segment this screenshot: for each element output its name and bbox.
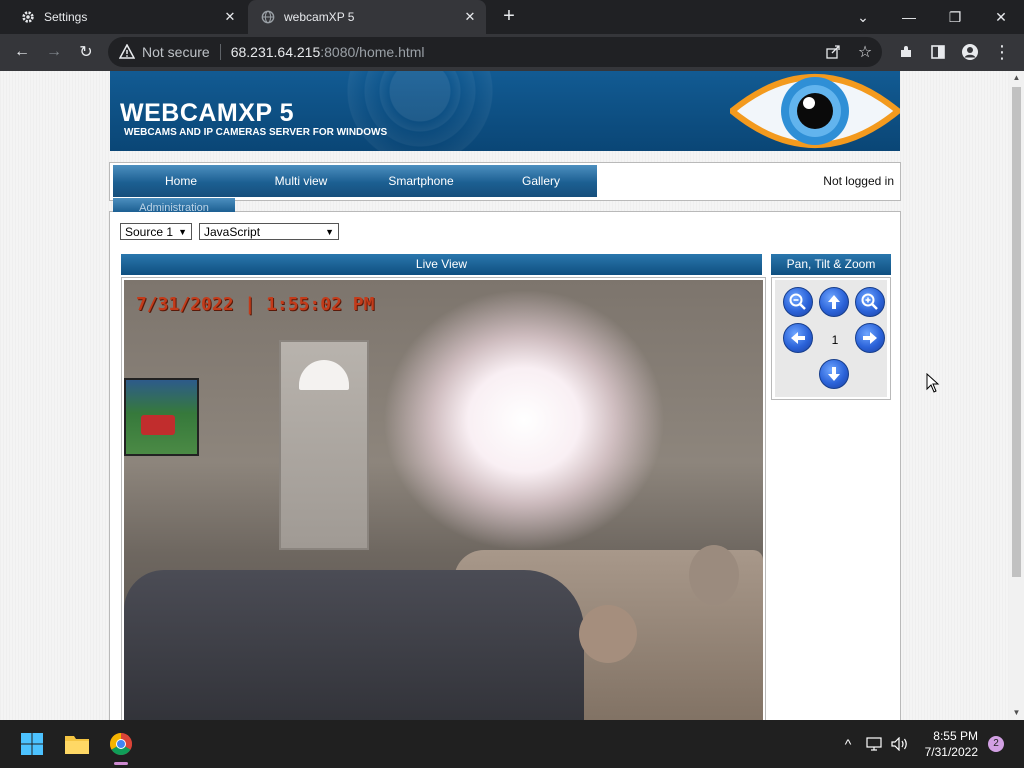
mouse-cursor-icon — [926, 373, 940, 393]
source-select-value: Source 1 — [125, 224, 174, 239]
camera-feed[interactable]: 7/31/2022 | 1:55:02 PM — [124, 280, 763, 720]
zoom-out-button[interactable] — [783, 287, 813, 317]
arrow-down-icon — [828, 367, 840, 381]
menu-kebab-icon[interactable]: ⋮ — [989, 39, 1015, 65]
clock-date: 7/31/2022 — [924, 745, 978, 759]
tilt-up-button[interactable] — [819, 287, 849, 317]
chrome-taskbar-button[interactable] — [105, 728, 137, 760]
live-view-header: Live View — [121, 254, 762, 275]
banner-title: WEBCAMXP 5 — [120, 99, 295, 127]
chevron-down-icon: ▼ — [178, 226, 187, 237]
banner-subtitle: WEBCAMS AND IP CAMERAS SERVER FOR WINDOW… — [124, 127, 388, 138]
viewer-mode-value: JavaScript — [204, 224, 261, 239]
start-button[interactable] — [16, 728, 48, 760]
windows-taskbar: ^ 8:55 PM 7/31/2022 2 — [0, 720, 1024, 768]
minimize-button[interactable]: — — [886, 0, 932, 34]
chevron-up-icon[interactable]: ^ — [838, 734, 858, 754]
warning-icon[interactable] — [118, 43, 136, 61]
site-banner: WEBCAMXP 5 WEBCAMS AND IP CAMERAS SERVER… — [110, 71, 900, 151]
security-label[interactable]: Not secure — [142, 44, 210, 60]
bookmark-star-icon[interactable]: ☆ — [856, 43, 874, 61]
arrow-left-icon — [791, 332, 805, 344]
active-app-indicator — [114, 762, 128, 765]
ptz-controls: 1 — [775, 280, 887, 397]
close-window-button[interactable]: ✕ — [978, 0, 1024, 34]
tab-search-icon[interactable]: ⌄ — [840, 0, 886, 34]
live-view-frame: 7/31/2022 | 1:55:02 PM — [121, 277, 766, 720]
scroll-thumb[interactable] — [1012, 87, 1021, 577]
system-clock[interactable]: 8:55 PM 7/31/2022 — [925, 728, 978, 760]
scroll-down-arrow-icon[interactable]: ▼ — [1009, 706, 1024, 720]
reload-button[interactable]: ↻ — [73, 39, 99, 65]
zoom-out-icon — [789, 293, 806, 310]
chrome-icon — [110, 733, 132, 755]
address-bar[interactable]: Not secure 68.231.64.215:8080/home.html … — [108, 37, 882, 67]
extensions-icon[interactable] — [893, 39, 919, 65]
url-path: :8080/home.html — [320, 44, 425, 60]
nav-smartphone[interactable]: Smartphone — [361, 174, 481, 188]
camera-sofa-left — [124, 570, 584, 720]
ptz-preset-number: 1 — [831, 333, 839, 347]
close-icon[interactable]: ✕ — [462, 9, 478, 25]
gear-icon — [20, 9, 36, 25]
page-scrollbar[interactable]: ▲ ▼ — [1009, 71, 1024, 720]
nav-multi-view[interactable]: Multi view — [241, 174, 361, 188]
nav-home[interactable]: Home — [121, 174, 241, 188]
close-icon[interactable]: ✕ — [222, 9, 238, 25]
tilt-down-button[interactable] — [819, 359, 849, 389]
eye-logo-icon — [730, 74, 900, 148]
arrow-up-icon — [828, 295, 840, 309]
nav-administration[interactable]: Administration — [113, 198, 235, 212]
viewer-mode-select[interactable]: JavaScript ▼ — [199, 223, 339, 240]
scroll-up-arrow-icon[interactable]: ▲ — [1009, 71, 1024, 85]
pan-left-button[interactable] — [783, 323, 813, 353]
new-tab-button[interactable]: + — [498, 6, 520, 28]
globe-icon — [260, 9, 276, 25]
pan-right-button[interactable] — [855, 323, 885, 353]
page-viewport: WEBCAMXP 5 WEBCAMS AND IP CAMERAS SERVER… — [0, 71, 1009, 720]
network-icon[interactable] — [864, 734, 884, 754]
tab-title: webcamXP 5 — [284, 10, 355, 24]
sidepanel-icon[interactable] — [925, 39, 951, 65]
share-icon[interactable] — [824, 43, 842, 61]
main-nav: Home Multi view Smartphone Gallery Not l… — [109, 162, 901, 201]
login-status: Not logged in — [823, 174, 894, 188]
file-explorer-button[interactable] — [61, 728, 93, 760]
camera-timestamp: 7/31/2022 | 1:55:02 PM — [136, 294, 375, 315]
browser-toolbar: ← → ↻ Not secure 68.231.64.215:8080/home… — [0, 34, 1024, 71]
folder-icon — [65, 736, 89, 754]
forward-button[interactable]: → — [41, 39, 67, 65]
camera-person — [689, 545, 739, 605]
tab-settings[interactable]: Settings ✕ — [8, 0, 246, 34]
notification-badge[interactable]: 2 — [988, 736, 1004, 752]
tab-title: Settings — [44, 10, 88, 24]
volume-icon[interactable] — [890, 734, 910, 754]
nav-strip: Home Multi view Smartphone Gallery — [113, 165, 597, 197]
arrow-right-icon — [863, 332, 877, 344]
nav-gallery[interactable]: Gallery — [481, 174, 601, 188]
camera-tv — [124, 378, 199, 456]
camera-tv-car — [141, 415, 175, 435]
tab-webcamxp[interactable]: webcamXP 5 ✕ — [248, 0, 486, 34]
divider — [219, 44, 221, 60]
browser-titlebar: Settings ✕ webcamXP 5 ✕ + ⌄ — ❐ ✕ — [0, 0, 1024, 34]
main-content: Administration Source 1 ▼ JavaScript ▼ L… — [109, 198, 901, 720]
zoom-in-button[interactable] — [855, 287, 885, 317]
windows-logo-icon — [21, 733, 43, 755]
chevron-down-icon: ▼ — [325, 226, 334, 237]
source-select[interactable]: Source 1 ▼ — [120, 223, 192, 240]
camera-person — [579, 605, 637, 663]
back-button[interactable]: ← — [9, 39, 35, 65]
zoom-in-icon — [861, 293, 878, 310]
ptz-header: Pan, Tilt & Zoom — [771, 254, 891, 275]
restore-button[interactable]: ❐ — [932, 0, 978, 34]
ptz-panel: 1 — [771, 277, 891, 400]
profile-icon[interactable] — [957, 39, 983, 65]
url-host: 68.231.64.215 — [230, 44, 321, 60]
clock-time: 8:55 PM — [933, 729, 978, 743]
